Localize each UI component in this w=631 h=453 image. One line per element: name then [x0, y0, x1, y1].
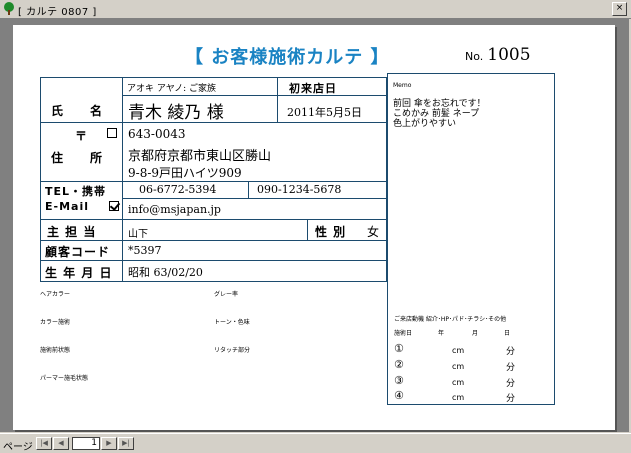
col-year: 年	[438, 330, 445, 337]
close-button[interactable]: ×	[612, 2, 627, 16]
row1-cm: cm	[452, 346, 465, 355]
prev-page-button[interactable]: ◀	[53, 437, 69, 450]
note-gray-hair: グレー率	[214, 291, 239, 298]
row4-min: 分	[506, 394, 516, 404]
row3-mark: ③	[394, 374, 404, 387]
first-page-icon: |◀	[40, 439, 48, 447]
tree-icon	[4, 2, 14, 15]
note-tone: トーン・色味	[214, 319, 250, 326]
page-number-input[interactable]: 1	[72, 437, 100, 450]
record-number-label: No.	[465, 50, 484, 63]
name-label: 氏 名	[51, 104, 104, 118]
note-pre-condition: 施術前状態	[40, 347, 71, 354]
prev-page-icon: ◀	[58, 439, 64, 447]
gender-label: 性 別	[315, 225, 347, 239]
memo-box: Memo 前回 傘をお忘れです！ こめかみ 前髪 ネープ 色上がりやすい ご来店…	[387, 73, 555, 405]
col-date: 施術日	[394, 330, 413, 337]
close-icon: ×	[615, 3, 624, 13]
last-page-icon: ▶|	[122, 439, 130, 447]
note-color-treatment: カラー施術	[40, 319, 71, 326]
window-title: [ カルテ 0807 ]	[18, 7, 97, 18]
navigation-bar: ページ |◀ ◀ 1 ▶ ▶|	[0, 433, 631, 453]
staff-label: 主 担 当	[47, 225, 97, 239]
record-number: No. 1005	[465, 45, 531, 65]
staff-value: 山下	[128, 229, 148, 240]
memo-label: Memo	[393, 82, 412, 89]
first-page-button[interactable]: |◀	[36, 437, 52, 450]
preview-canvas[interactable]: 【 お客様施術カルテ 】 No. 1005 アオキ アヤノ: ご家族 初来店日 …	[0, 19, 629, 432]
memo-line3: 色上がりやすい	[393, 119, 457, 129]
address-line2: 9-8-9戸田ハイツ909	[128, 166, 242, 180]
postal-checkbox[interactable]	[107, 128, 117, 138]
row1-min: 分	[506, 347, 516, 357]
customer-code-value: *5397	[128, 244, 162, 257]
next-page-button[interactable]: ▶	[101, 437, 117, 450]
customer-info-table: アオキ アヤノ: ご家族 初来店日 氏 名 青木 綾乃 様 2011年5月5日 …	[40, 77, 387, 282]
card-paper: 【 お客様施術カルテ 】 No. 1005 アオキ アヤノ: ご家族 初来店日 …	[13, 25, 615, 430]
note-hair-color: ヘアカラー	[40, 291, 71, 298]
row4-mark: ④	[394, 389, 404, 402]
col-day: 日	[504, 330, 511, 337]
row4-cm: cm	[452, 393, 465, 402]
address-label: 住 所	[51, 151, 104, 165]
title-bar: [ カルテ 0807 ] ×	[0, 0, 631, 19]
last-page-button[interactable]: ▶|	[118, 437, 134, 450]
mobile-value: 090-1234-5678	[257, 183, 342, 196]
tel-label: TEL・携帯	[45, 185, 107, 198]
col-month: 月	[472, 330, 479, 337]
tel-value: 06-6772-5394	[139, 183, 217, 196]
customer-code-label: 顧客コード	[45, 245, 111, 259]
postal-code: 643-0043	[128, 127, 186, 141]
gender-value: 女	[367, 225, 380, 239]
customer-name: 青木 綾乃 様	[128, 103, 224, 123]
note-perm: パーマー施毛状態	[40, 375, 89, 382]
row3-cm: cm	[452, 378, 465, 387]
postal-mark: 〒	[75, 129, 88, 143]
row2-mark: ②	[394, 358, 404, 371]
row3-min: 分	[506, 379, 516, 389]
visit-motive-label: ご来店動機 紹介･HP･パド･チラシ･その他	[394, 316, 507, 323]
page-title: 【 お客様施術カルテ 】	[185, 47, 390, 68]
email-value: info@msjapan.jp	[128, 203, 221, 216]
first-visit-date: 2011年5月5日	[287, 106, 362, 119]
email-label: E-Mail	[45, 200, 89, 213]
birthdate-label: 生 年 月 日	[45, 266, 113, 280]
row2-cm: cm	[452, 362, 465, 371]
row2-min: 分	[506, 363, 516, 373]
horizontal-scrollbar[interactable]	[136, 437, 629, 450]
first-visit-label: 初来店日	[289, 82, 337, 95]
email-checkbox[interactable]	[109, 201, 119, 211]
record-number-value: 1005	[487, 45, 531, 65]
next-page-icon: ▶	[106, 439, 112, 447]
address-line1: 京都府京都市東山区勝山	[128, 149, 272, 164]
row1-mark: ①	[394, 342, 404, 355]
furigana: アオキ アヤノ: ご家族	[127, 84, 217, 94]
birthdate-value: 昭和 63/02/20	[128, 266, 203, 279]
note-retouch: リタッチ部分	[214, 347, 251, 354]
